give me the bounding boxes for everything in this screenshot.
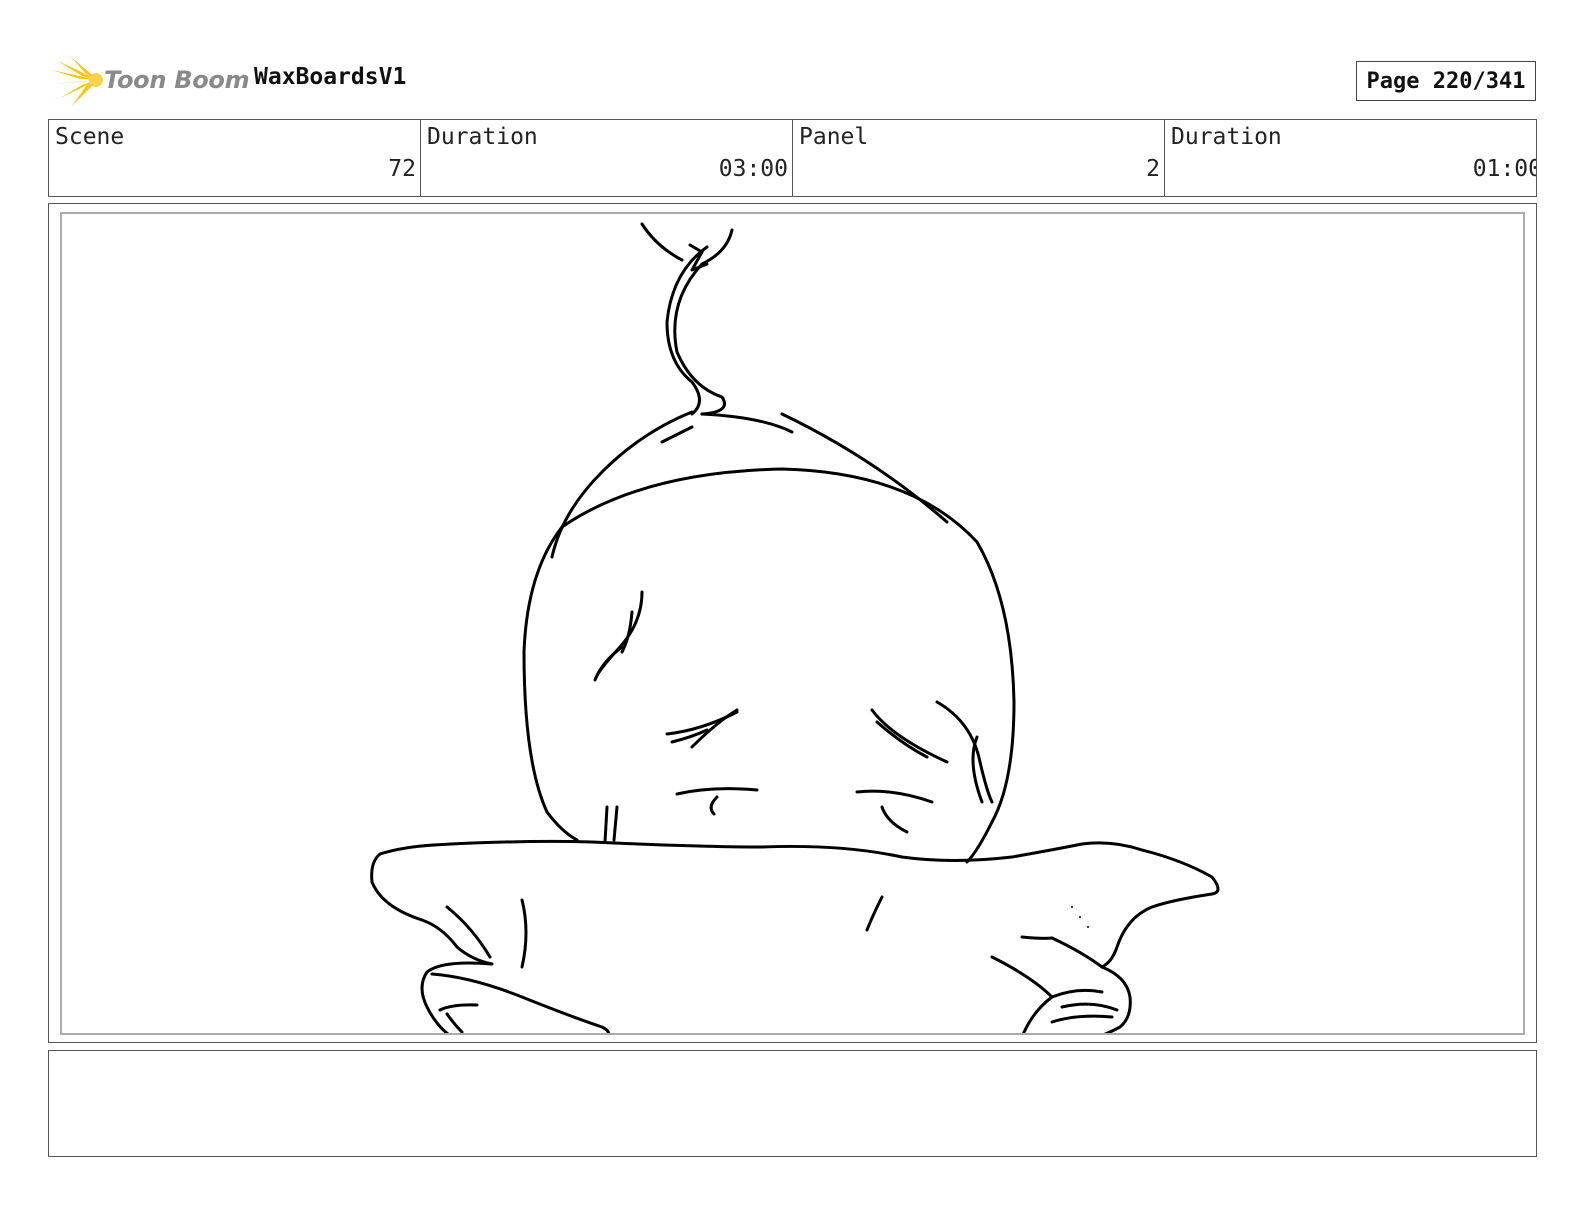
panel-cell: Panel 2 [793,120,1165,196]
project-name: WaxBoardsV1 [254,64,407,90]
scene-value: 72 [388,156,416,182]
panel-duration-value: 01:00 [1472,156,1536,182]
scene-cell: Scene 72 [49,120,421,196]
storyboard-panel [60,212,1525,1035]
scene-duration-value: 03:00 [718,156,788,182]
character-sketch [370,222,1220,1033]
scene-label: Scene [55,124,125,150]
panel-value: 2 [1146,156,1160,182]
panel-duration-label: Duration [1171,124,1282,150]
scene-duration-label: Duration [427,124,538,150]
scene-duration-cell: Duration 03:00 [421,120,793,196]
scene-info-row: Scene 72 Duration 03:00 Panel 2 Duration… [48,119,1537,197]
logo-text: Toon Boom [104,66,250,94]
starburst-icon [52,56,103,106]
toon-boom-logo: Toon Boom [52,54,250,108]
notes-box [48,1050,1537,1157]
page-indicator: Page 220/341 [1356,61,1536,101]
panel-duration-cell: Duration 01:00 [1165,120,1536,196]
panel-label: Panel [799,124,869,150]
